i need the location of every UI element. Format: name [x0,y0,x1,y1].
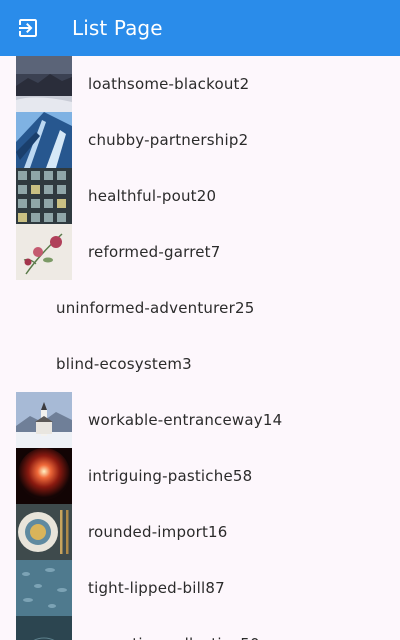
list-item[interactable]: blind-ecosystem3 [0,336,400,392]
list-item-label: uninformed-adventurer25 [56,299,255,317]
thumbnail-image [16,112,72,168]
list-item-label: blind-ecosystem3 [56,355,192,373]
page-title: List Page [72,16,163,40]
list-item[interactable]: rounded-import16 [0,504,400,560]
list-item[interactable]: reformed-garret7 [0,224,400,280]
thumbnail-image [16,168,72,224]
list-item[interactable]: workable-entranceway14 [0,392,400,448]
thumbnail-image [16,560,72,616]
list-item[interactable]: chubby-partnership2 [0,112,400,168]
app-bar: List Page [0,0,400,56]
list-item[interactable]: tight-lipped-bill87 [0,560,400,616]
list-item-label: healthful-pout20 [88,187,217,205]
list-item[interactable]: uninformed-adventurer25 [0,280,400,336]
thumbnail-image [16,448,72,504]
list-item-label: operative-collective50 [88,635,260,640]
list-item-label: loathsome-blackout2 [88,75,250,93]
list-item[interactable]: healthful-pout20 [0,168,400,224]
thumbnail-image [16,224,72,280]
thumbnail-image [16,504,72,560]
thumbnail-image [16,392,72,448]
thumbnail-image [16,56,72,112]
logout-button[interactable] [0,0,56,56]
list-item-label: tight-lipped-bill87 [88,579,225,597]
list-item-label: reformed-garret7 [88,243,221,261]
list-item-label: chubby-partnership2 [88,131,249,149]
list-item[interactable]: loathsome-blackout2 [0,56,400,112]
logout-icon [19,19,37,37]
list-item-label: intriguing-pastiche58 [88,467,253,485]
list-item-label: workable-entranceway14 [88,411,283,429]
list-item[interactable]: operative-collective50 [0,616,400,640]
item-list: loathsome-blackout2 chubby-partnership2 [0,56,400,640]
list-item-label: rounded-import16 [88,523,228,541]
thumbnail-image [16,616,72,640]
list-item[interactable]: intriguing-pastiche58 [0,448,400,504]
